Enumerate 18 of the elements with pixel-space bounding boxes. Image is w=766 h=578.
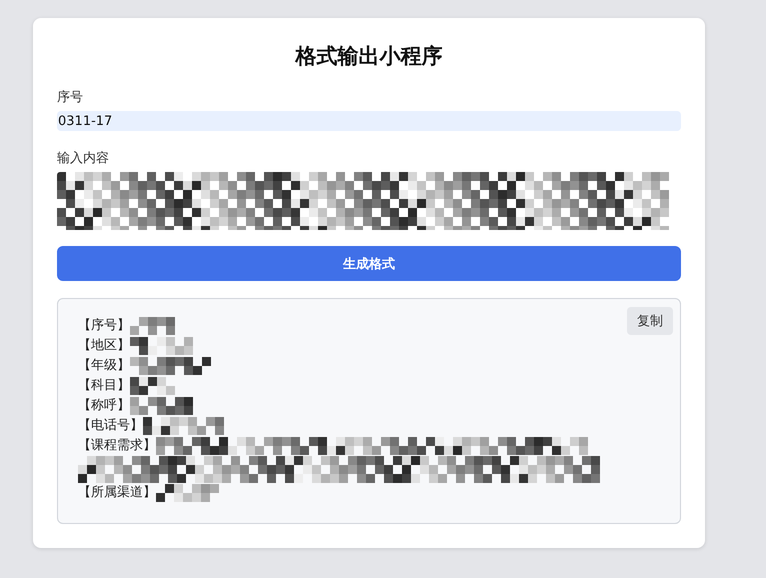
redacted-text-drawing: [130, 317, 175, 335]
field-label: 输入内容: [57, 150, 110, 167]
redacted-text-drawing: [130, 377, 175, 395]
output-line: 【年级】: [78, 357, 130, 375]
output-line: 【课程需求】: [78, 437, 156, 455]
page-title: 格式输出小程序: [294, 43, 444, 70]
output-line: 【科目】: [78, 377, 130, 395]
serial-field[interactable]: 0311-17: [57, 111, 681, 131]
generate-button[interactable]: 生成格式: [57, 246, 681, 281]
copy-button[interactable]: 复制: [627, 307, 673, 335]
field-label: 序号: [57, 89, 84, 106]
redacted-text-drawing: [130, 397, 193, 415]
redacted-text-drawing: [130, 337, 193, 355]
output-line: 【序号】: [78, 317, 130, 335]
output-line: 【所属渠道】: [78, 484, 156, 502]
output-line: 【地区】: [78, 337, 130, 355]
output-line: 【电话号】: [78, 417, 143, 435]
output-line: 【称呼】: [78, 397, 130, 415]
